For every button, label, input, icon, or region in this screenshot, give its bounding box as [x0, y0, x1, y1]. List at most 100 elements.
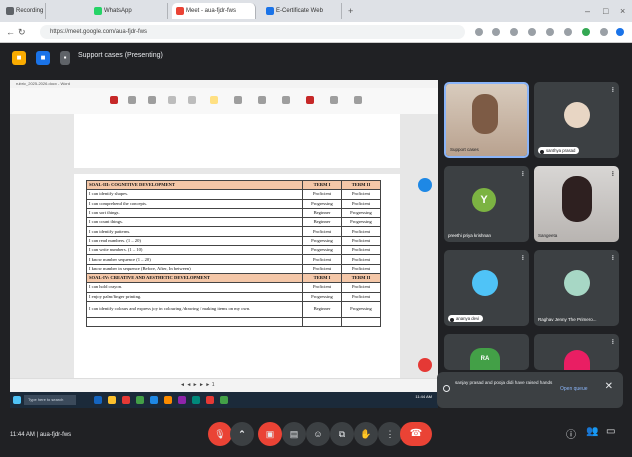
people-icon[interactable]: 👥: [586, 426, 598, 437]
shared-taskbar: Type here to search 11:44 AM: [10, 392, 438, 408]
participant-tile[interactable]: ⁝ santhya prasad: [534, 82, 619, 158]
more-options-icon[interactable]: ⁝: [612, 255, 614, 263]
mic-off-icon[interactable]: 🎙: [208, 422, 232, 446]
format-icon[interactable]: [258, 96, 266, 104]
term-cell: [302, 316, 342, 328]
participant-tile[interactable]: ⁝ Sangeeta: [534, 166, 619, 242]
edge-sidebar-icon[interactable]: [418, 178, 432, 192]
whatsapp-icon: [94, 7, 102, 15]
more-options-icon[interactable]: ⁝: [612, 339, 614, 347]
close-window-icon[interactable]: ×: [620, 5, 625, 17]
participant-tile[interactable]: ⁝ ananya devi: [444, 250, 529, 326]
chat-icon[interactable]: ▭: [606, 426, 615, 437]
term-cell: Proficient: [341, 245, 381, 256]
profile-icon[interactable]: [616, 28, 624, 36]
skill-cell: I can identify patterns.: [86, 226, 303, 237]
extension-icon[interactable]: [528, 28, 536, 36]
shared-screen: rubric_2025-2026.docx - Word SOAL-III: C…: [10, 80, 438, 393]
participant-tile[interactable]: ⁝: [534, 334, 619, 370]
app-icon[interactable]: [122, 396, 130, 404]
format-icon[interactable]: [148, 96, 156, 104]
format-icon[interactable]: [306, 96, 314, 104]
highlight-icon[interactable]: [210, 96, 218, 104]
participant-tile[interactable]: ⁝ Raghav Jenny The Primero...: [534, 250, 619, 326]
more-options-icon[interactable]: ⁝: [522, 171, 524, 179]
extension-icon[interactable]: [582, 28, 590, 36]
app-icon[interactable]: [206, 396, 214, 404]
minimize-icon[interactable]: –: [585, 5, 590, 17]
tab-recording[interactable]: Recording: [2, 3, 46, 19]
windows-icon[interactable]: [13, 396, 21, 404]
app-icon[interactable]: [192, 396, 200, 404]
info-icon[interactable]: ⓘ: [566, 426, 576, 441]
app-icon[interactable]: [136, 396, 144, 404]
tab-whatsapp[interactable]: WhatsApp: [90, 3, 168, 19]
more-options-icon[interactable]: ⁝: [522, 255, 524, 263]
more-options-icon[interactable]: ⋮: [378, 422, 402, 446]
format-icon[interactable]: [354, 96, 362, 104]
tab-label: Meet - aua-fjdr-fws: [186, 8, 237, 14]
participant-name: ananya devi: [448, 315, 484, 322]
more-options-icon[interactable]: ⁝: [612, 87, 614, 95]
extension-icon[interactable]: [546, 28, 554, 36]
folder-icon[interactable]: [108, 396, 116, 404]
app-icon[interactable]: [94, 396, 102, 404]
extension-icon[interactable]: [475, 28, 483, 36]
close-icon[interactable]: ✕: [605, 381, 613, 392]
term-cell: Progressing: [341, 207, 381, 219]
present-screen-icon[interactable]: ⧉: [330, 422, 354, 446]
term-cell: Progressing: [302, 235, 342, 247]
format-icon[interactable]: [282, 96, 290, 104]
format-icon[interactable]: [168, 96, 176, 104]
term-cell: Proficient: [341, 263, 381, 274]
page-navigator[interactable]: ◄ ◄ ► ► ► 1: [180, 382, 214, 388]
app-icon[interactable]: [178, 396, 186, 404]
format-icon[interactable]: [188, 96, 196, 104]
menu-icon[interactable]: [600, 28, 608, 36]
word-icon[interactable]: [150, 396, 158, 404]
address-bar-row: ← ↻ https://meet.google.com/aua-fjdr-fws: [0, 22, 632, 43]
format-icon[interactable]: [110, 96, 118, 104]
reload-icon[interactable]: ↻: [18, 26, 26, 38]
format-icon[interactable]: [234, 96, 242, 104]
app-icon[interactable]: [220, 396, 228, 404]
participant-tile[interactable]: RA: [444, 334, 529, 370]
extension-icon[interactable]: [510, 28, 518, 36]
open-queue-button[interactable]: Open queue: [560, 386, 588, 392]
participant-name: santhya prasad: [538, 147, 580, 154]
edge-sidebar-icon[interactable]: [418, 358, 432, 372]
skill-cell: I can count things.: [86, 217, 303, 228]
back-icon[interactable]: ←: [6, 26, 15, 38]
extension-icon[interactable]: [564, 28, 572, 36]
meet-app-icon[interactable]: ■: [36, 51, 50, 65]
extension-icon[interactable]: [492, 28, 500, 36]
doc-status-bar: ◄ ◄ ► ► ► 1: [10, 378, 438, 393]
end-call-button[interactable]: ☎: [400, 422, 432, 446]
term-cell: TERM II: [341, 272, 381, 284]
format-icon[interactable]: [128, 96, 136, 104]
captions-icon[interactable]: ▤: [282, 422, 306, 446]
skill-cell: I know number sequence (1 – 20): [86, 254, 303, 265]
present-icon: ▪: [60, 51, 70, 65]
more-options-icon[interactable]: ⁝: [612, 171, 614, 179]
participant-tile[interactable]: Support cases: [444, 82, 529, 158]
participant-tile[interactable]: Y ⁝ preethi priya krishnan: [444, 166, 529, 242]
term-cell: Beginner: [302, 207, 342, 219]
more-mic-options-icon[interactable]: ⌃: [230, 422, 254, 446]
camera-off-icon[interactable]: ▣: [258, 422, 282, 446]
rubric-row: I can sort things. Beginner Progressing: [86, 207, 381, 219]
meet-app-icon[interactable]: ■: [12, 51, 26, 65]
maximize-icon[interactable]: □: [603, 5, 608, 17]
skill-cell: I can read numbers. (1 – 20): [86, 235, 303, 247]
app-icon[interactable]: [164, 396, 172, 404]
tab-ecertificate[interactable]: E-Certificate Web: [262, 3, 342, 19]
raise-hand-icon[interactable]: ✋: [354, 422, 378, 446]
tab-meet[interactable]: Meet - aua-fjdr-fws: [172, 3, 256, 19]
rubric-row: I can read numbers. (1 – 20) Progressing P…: [86, 235, 381, 247]
format-icon[interactable]: [330, 96, 338, 104]
taskbar-search[interactable]: Type here to search: [24, 395, 76, 405]
skill-cell: SOAL-IV: CREATIVE AND AESTHETIC DEVELOPM…: [86, 272, 303, 284]
emoji-icon[interactable]: ☺: [306, 422, 330, 446]
new-tab-icon[interactable]: +: [348, 5, 353, 17]
address-input[interactable]: https://meet.google.com/aua-fjdr-fws: [40, 25, 465, 39]
